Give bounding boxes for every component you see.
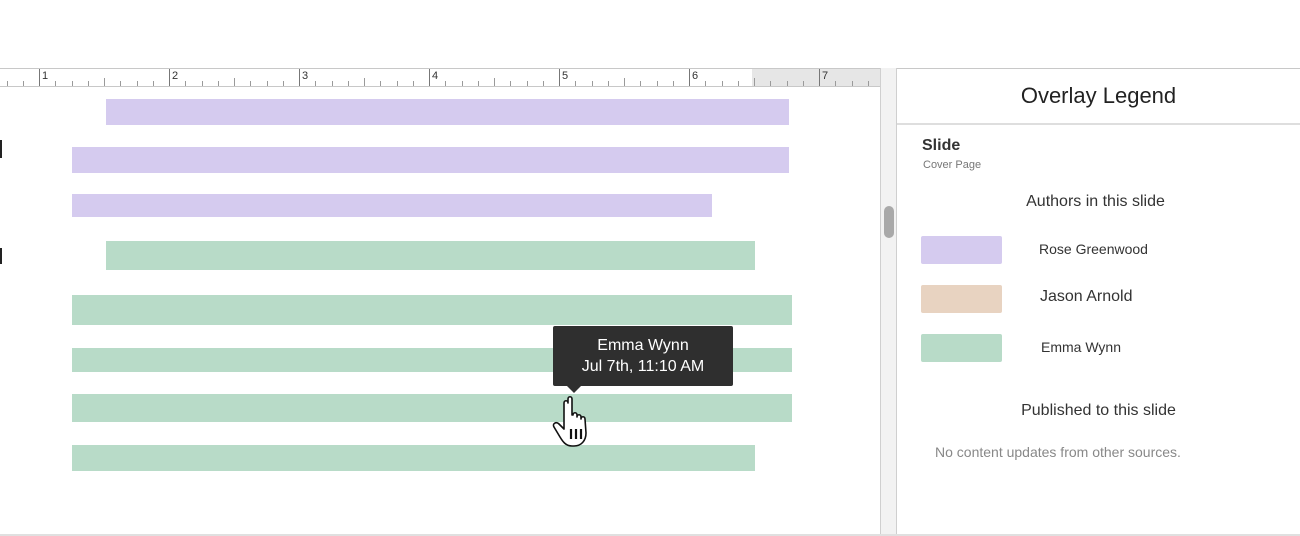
author-row-jason-arnold[interactable]: Jason Arnold bbox=[921, 285, 1291, 313]
ruler-number: 7 bbox=[822, 70, 829, 82]
text-line-overlay[interactable] bbox=[72, 295, 792, 325]
ruler-tick bbox=[624, 78, 625, 86]
ruler-number: 2 bbox=[172, 70, 179, 82]
ruler-tick bbox=[137, 81, 138, 86]
ruler-tick bbox=[852, 81, 853, 86]
ruler-tick bbox=[689, 69, 690, 86]
text-line-overlay[interactable] bbox=[72, 194, 712, 217]
ruler-tick bbox=[868, 81, 869, 86]
ruler-tick bbox=[380, 81, 381, 86]
ruler-tick bbox=[283, 81, 284, 86]
text-line-overlay[interactable] bbox=[106, 241, 755, 270]
ruler-tick bbox=[332, 81, 333, 86]
app-window: 1 2 3 4 5 6 7 Emma Wynn Jul 7th, 11:10 AM Over… bbox=[0, 0, 1300, 536]
ruler-tick bbox=[592, 81, 593, 86]
author-color-swatch bbox=[921, 236, 1002, 264]
ruler-tick bbox=[88, 81, 89, 86]
published-empty-message: No content updates from other sources. bbox=[935, 444, 1181, 460]
scrollbar-thumb[interactable] bbox=[884, 206, 894, 238]
ruler-number: 5 bbox=[562, 70, 569, 82]
ruler-tick bbox=[72, 81, 73, 86]
text-cursor-mark bbox=[0, 248, 2, 264]
ruler-tick bbox=[104, 78, 105, 86]
ruler-tick bbox=[510, 81, 511, 86]
hand-pointer-icon bbox=[552, 395, 587, 447]
author-color-swatch bbox=[921, 285, 1002, 313]
text-line-overlay[interactable] bbox=[72, 147, 789, 173]
author-name: Jason Arnold bbox=[1040, 288, 1133, 305]
ruler-tick bbox=[738, 81, 739, 86]
ruler-tick bbox=[657, 81, 658, 86]
horizontal-ruler[interactable]: 1 2 3 4 5 6 7 bbox=[0, 68, 882, 87]
ruler-tick bbox=[559, 69, 560, 86]
ruler-tick bbox=[348, 81, 349, 86]
ruler-tick bbox=[754, 78, 755, 86]
ruler-tick bbox=[722, 81, 723, 86]
ruler-tick bbox=[153, 81, 154, 86]
ruler-tick bbox=[640, 81, 641, 86]
ruler-tick bbox=[218, 81, 219, 86]
ruler-tick bbox=[575, 81, 576, 86]
toolbar-area bbox=[0, 0, 1300, 68]
ruler-tick bbox=[55, 81, 56, 86]
ruler-tick bbox=[770, 81, 771, 86]
ruler-tick bbox=[267, 81, 268, 86]
author-row-rose-greenwood[interactable]: Rose Greenwood bbox=[921, 236, 1291, 264]
text-line-overlay[interactable] bbox=[72, 394, 792, 422]
ruler-tick bbox=[803, 81, 804, 86]
ruler-tick bbox=[315, 81, 316, 86]
ruler-number: 4 bbox=[432, 70, 439, 82]
slide-name: Cover Page bbox=[923, 159, 982, 171]
ruler-tick bbox=[494, 78, 495, 86]
ruler-right-margin bbox=[752, 69, 882, 86]
ruler-tick bbox=[429, 69, 430, 86]
ruler-tick bbox=[819, 69, 820, 86]
author-color-swatch bbox=[921, 334, 1002, 362]
ruler-tick bbox=[120, 81, 121, 86]
ruler-tick bbox=[23, 81, 24, 86]
ruler-tick bbox=[413, 81, 414, 86]
ruler-tick bbox=[299, 69, 300, 86]
ruler-tick bbox=[462, 81, 463, 86]
slide-canvas[interactable] bbox=[0, 88, 882, 536]
overlay-legend-panel: Overlay Legend Slide Cover Page Authors … bbox=[897, 68, 1300, 536]
text-line-overlay[interactable] bbox=[106, 99, 789, 125]
ruler-tick bbox=[705, 81, 706, 86]
ruler-number: 3 bbox=[302, 70, 309, 82]
ruler-tick bbox=[787, 81, 788, 86]
author-name: Emma Wynn bbox=[1041, 339, 1122, 355]
ruler-tick bbox=[39, 69, 40, 86]
ruler-number: 1 bbox=[42, 70, 49, 82]
author-row-emma-wynn[interactable]: Emma Wynn bbox=[921, 334, 1291, 362]
ruler-tick bbox=[250, 81, 251, 86]
author-name: Rose Greenwood bbox=[1039, 241, 1148, 257]
author-tooltip: Emma Wynn Jul 7th, 11:10 AM bbox=[553, 326, 733, 393]
ruler-tick bbox=[234, 78, 235, 86]
panel-title: Overlay Legend bbox=[897, 69, 1300, 125]
ruler-tick bbox=[185, 81, 186, 86]
tooltip-author-name: Emma Wynn bbox=[597, 337, 689, 354]
ruler-tick bbox=[445, 81, 446, 86]
vertical-scrollbar[interactable] bbox=[880, 68, 897, 536]
ruler-tick bbox=[673, 81, 674, 86]
authors-section-title: Authors in this slide bbox=[1026, 193, 1165, 210]
ruler-tick bbox=[397, 81, 398, 86]
ruler-tick bbox=[478, 81, 479, 86]
ruler-number: 6 bbox=[692, 70, 699, 82]
ruler-tick bbox=[527, 81, 528, 86]
tooltip-timestamp: Jul 7th, 11:10 AM bbox=[581, 358, 705, 375]
text-cursor-mark bbox=[0, 140, 2, 158]
ruler-tick bbox=[169, 69, 170, 86]
published-section-title: Published to this slide bbox=[1021, 402, 1176, 419]
ruler-tick bbox=[202, 81, 203, 86]
ruler-tick bbox=[364, 78, 365, 86]
ruler-tick bbox=[7, 81, 8, 86]
text-line-overlay[interactable] bbox=[72, 445, 755, 471]
ruler-tick bbox=[543, 81, 544, 86]
slide-label: Slide bbox=[922, 137, 961, 154]
ruler-tick bbox=[835, 81, 836, 86]
ruler-tick bbox=[608, 81, 609, 86]
